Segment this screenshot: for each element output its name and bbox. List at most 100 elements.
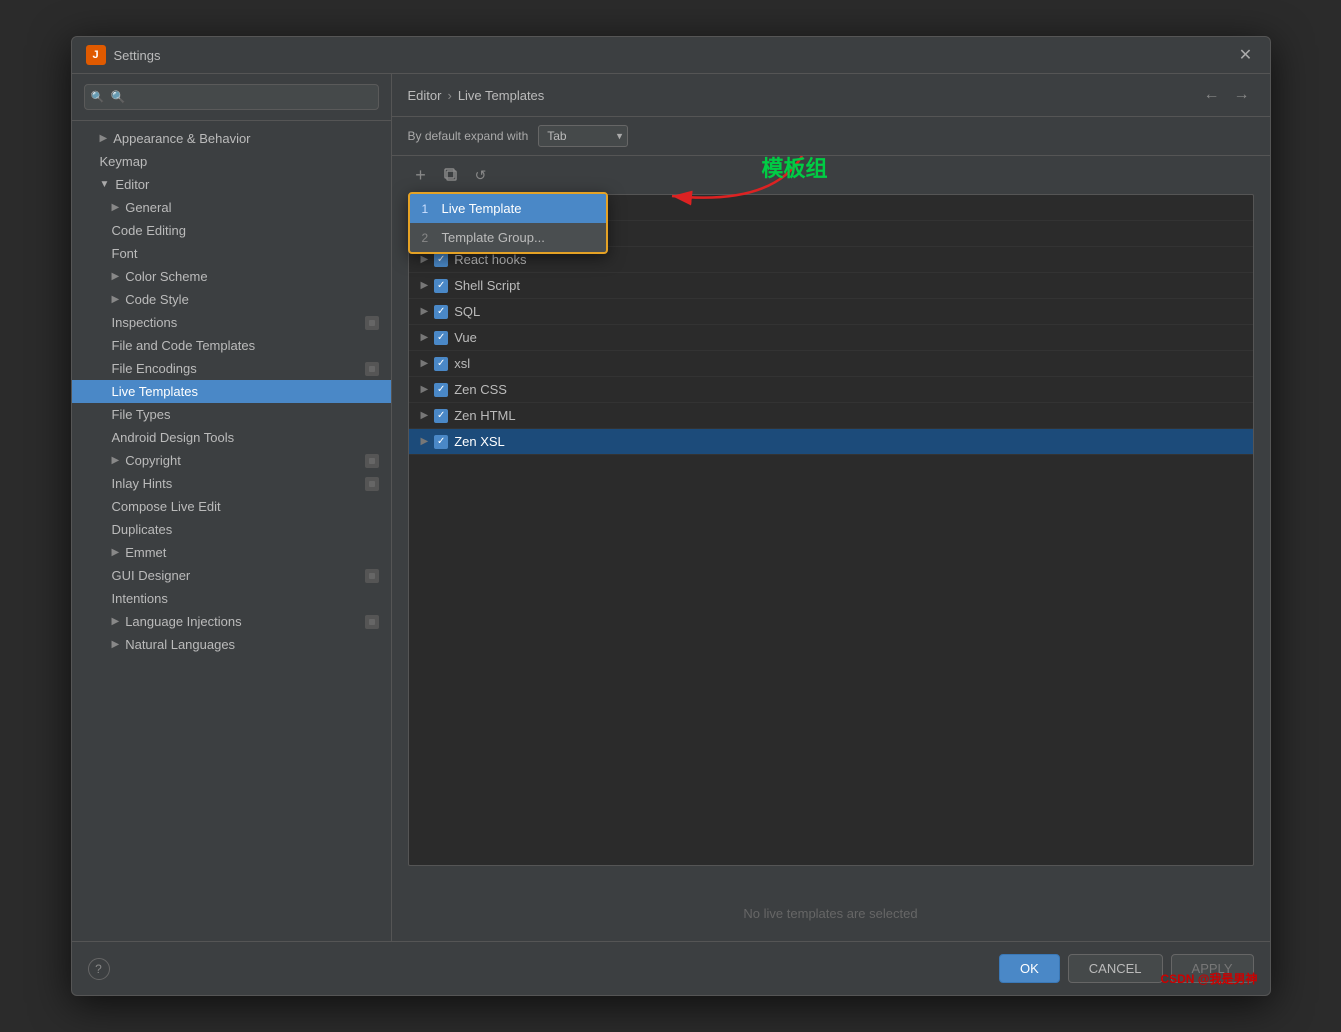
back-button[interactable]: ← bbox=[1200, 84, 1224, 106]
chevron-right-icon: ▶ bbox=[112, 616, 120, 627]
sidebar-item-intentions[interactable]: Intentions bbox=[72, 587, 391, 610]
sidebar-item-label: General bbox=[125, 200, 171, 215]
sidebar-item-keymap[interactable]: Keymap bbox=[72, 150, 391, 173]
sidebar-item-editor[interactable]: ▼ Editor bbox=[72, 173, 391, 196]
app-icon: J bbox=[86, 45, 106, 65]
chevron-right-icon: ▶ bbox=[421, 254, 429, 265]
ok-button[interactable]: OK bbox=[999, 954, 1060, 983]
tree-item-label: Shell Script bbox=[454, 278, 520, 293]
tree-item-xsl[interactable]: ▶ ✓ xsl bbox=[409, 351, 1253, 377]
chevron-right-icon: ▶ bbox=[112, 202, 120, 213]
chevron-right-icon: ▶ bbox=[421, 410, 429, 421]
sidebar-item-inspections[interactable]: Inspections bbox=[72, 311, 391, 334]
undo-button[interactable]: ↺ bbox=[468, 162, 494, 188]
close-button[interactable]: ✕ bbox=[1236, 45, 1256, 65]
add-button[interactable]: + bbox=[408, 162, 434, 188]
help-button[interactable]: ? bbox=[88, 958, 110, 980]
expand-select[interactable]: Tab Enter Space bbox=[538, 125, 628, 147]
checkbox-react-hooks[interactable]: ✓ bbox=[434, 253, 448, 267]
sidebar-item-font[interactable]: Font bbox=[72, 242, 391, 265]
sidebar-item-file-types[interactable]: File Types bbox=[72, 403, 391, 426]
checkbox-vue[interactable]: ✓ bbox=[434, 331, 448, 345]
sidebar-item-label: Code Style bbox=[125, 292, 189, 307]
dialog-title: Settings bbox=[114, 48, 161, 63]
gui-designer-badge bbox=[365, 569, 379, 583]
sidebar-item-label: Language Injections bbox=[125, 614, 241, 629]
sidebar: 🔍 ▶ Appearance & Behavior Keymap ▼ Edito… bbox=[72, 74, 392, 941]
sidebar-item-file-code-templates[interactable]: File and Code Templates bbox=[72, 334, 391, 357]
forward-button[interactable]: → bbox=[1230, 84, 1254, 106]
sidebar-item-general[interactable]: ▶ General bbox=[72, 196, 391, 219]
sidebar-item-duplicates[interactable]: Duplicates bbox=[72, 518, 391, 541]
settings-dialog: J Settings ✕ 🔍 ▶ Appearance & Behavior K… bbox=[71, 36, 1271, 996]
sidebar-item-label: Compose Live Edit bbox=[112, 499, 221, 514]
chevron-right-icon: ▶ bbox=[100, 133, 108, 144]
sidebar-item-inlay-hints[interactable]: Inlay Hints bbox=[72, 472, 391, 495]
checkbox-xsl[interactable]: ✓ bbox=[434, 357, 448, 371]
breadcrumb-current: Live Templates bbox=[458, 88, 544, 103]
sidebar-item-android-design-tools[interactable]: Android Design Tools bbox=[72, 426, 391, 449]
main-content: Editor › Live Templates ← → By default e… bbox=[392, 74, 1270, 941]
tree-item-shell-script[interactable]: ▶ ✓ Shell Script bbox=[409, 273, 1253, 299]
chevron-right-icon: ▶ bbox=[112, 639, 120, 650]
footer-left: ? bbox=[88, 958, 110, 980]
checkbox-shell-script[interactable]: ✓ bbox=[434, 279, 448, 293]
template-list-area: + ↺ 1 Live Template bbox=[392, 156, 1270, 941]
sidebar-item-live-templates[interactable]: Live Templates bbox=[72, 380, 391, 403]
toolbar-row: By default expand with Tab Enter Space bbox=[392, 117, 1270, 156]
sidebar-item-code-style[interactable]: ▶ Code Style bbox=[72, 288, 391, 311]
tree-item-zen-html[interactable]: ▶ ✓ Zen HTML bbox=[409, 403, 1253, 429]
inlay-hints-badge bbox=[365, 477, 379, 491]
checkbox-zen-html[interactable]: ✓ bbox=[434, 409, 448, 423]
chevron-right-icon: ▶ bbox=[421, 358, 429, 369]
sidebar-item-copyright[interactable]: ▶ Copyright bbox=[72, 449, 391, 472]
search-icon: 🔍 bbox=[91, 91, 105, 104]
sidebar-item-natural-languages[interactable]: ▶ Natural Languages bbox=[72, 633, 391, 656]
chevron-right-icon: ▶ bbox=[112, 547, 120, 558]
search-wrap: 🔍 bbox=[84, 84, 379, 110]
dialog-body: 🔍 ▶ Appearance & Behavior Keymap ▼ Edito… bbox=[72, 74, 1270, 941]
language-injections-badge bbox=[365, 615, 379, 629]
expand-select-wrap: Tab Enter Space bbox=[538, 125, 628, 147]
copy-button[interactable] bbox=[438, 162, 464, 188]
sidebar-item-language-injections[interactable]: ▶ Language Injections bbox=[72, 610, 391, 633]
dialog-footer: ? OK CANCEL APPLY bbox=[72, 941, 1270, 995]
tree-item-zen-xsl[interactable]: ▶ ✓ Zen XSL bbox=[409, 429, 1253, 455]
checkbox-sql[interactable]: ✓ bbox=[434, 305, 448, 319]
sidebar-item-label: Appearance & Behavior bbox=[113, 131, 250, 146]
tree-item-sql[interactable]: ▶ ✓ SQL bbox=[409, 299, 1253, 325]
sidebar-item-label: GUI Designer bbox=[112, 568, 191, 583]
sidebar-item-label: Intentions bbox=[112, 591, 168, 606]
sidebar-item-emmet[interactable]: ▶ Emmet bbox=[72, 541, 391, 564]
search-input[interactable] bbox=[84, 84, 379, 110]
tree-item-label: Zen HTML bbox=[454, 408, 515, 423]
sidebar-item-code-editing[interactable]: Code Editing bbox=[72, 219, 391, 242]
dropdown-template-group[interactable]: 2 Template Group... bbox=[410, 223, 606, 252]
sidebar-tree: ▶ Appearance & Behavior Keymap ▼ Editor … bbox=[72, 121, 391, 941]
search-box: 🔍 bbox=[72, 74, 391, 121]
tree-item-label: Vue bbox=[454, 330, 477, 345]
chevron-down-icon: ▼ bbox=[100, 179, 110, 190]
checkbox-zen-xsl[interactable]: ✓ bbox=[434, 435, 448, 449]
title-bar: J Settings ✕ bbox=[72, 37, 1270, 74]
dropdown-item-label: Template Group... bbox=[442, 230, 545, 245]
chevron-right-icon: ▶ bbox=[112, 271, 120, 282]
sidebar-item-appearance[interactable]: ▶ Appearance & Behavior bbox=[72, 127, 391, 150]
sidebar-item-compose-live-edit[interactable]: Compose Live Edit bbox=[72, 495, 391, 518]
dropdown-live-template[interactable]: 1 Live Template bbox=[410, 194, 606, 223]
tree-item-vue[interactable]: ▶ ✓ Vue bbox=[409, 325, 1253, 351]
checkbox-zen-css[interactable]: ✓ bbox=[434, 383, 448, 397]
cancel-button[interactable]: CANCEL bbox=[1068, 954, 1163, 983]
tree-item-label: Zen XSL bbox=[454, 434, 505, 449]
tree-item-label: xsl bbox=[454, 356, 470, 371]
sidebar-item-label: File Types bbox=[112, 407, 171, 422]
chevron-right-icon: ▶ bbox=[421, 332, 429, 343]
sidebar-item-file-encodings[interactable]: File Encodings bbox=[72, 357, 391, 380]
sidebar-item-color-scheme[interactable]: ▶ Color Scheme bbox=[72, 265, 391, 288]
template-tree-list: ▶ — Kotlin (.yaml) ▶ ✓ React ▶ ✓ bbox=[408, 194, 1254, 866]
sidebar-item-gui-designer[interactable]: GUI Designer bbox=[72, 564, 391, 587]
sidebar-item-label: Android Design Tools bbox=[112, 430, 235, 445]
breadcrumb-bar: Editor › Live Templates ← → bbox=[392, 74, 1270, 117]
sidebar-item-label: Font bbox=[112, 246, 138, 261]
tree-item-zen-css[interactable]: ▶ ✓ Zen CSS bbox=[409, 377, 1253, 403]
